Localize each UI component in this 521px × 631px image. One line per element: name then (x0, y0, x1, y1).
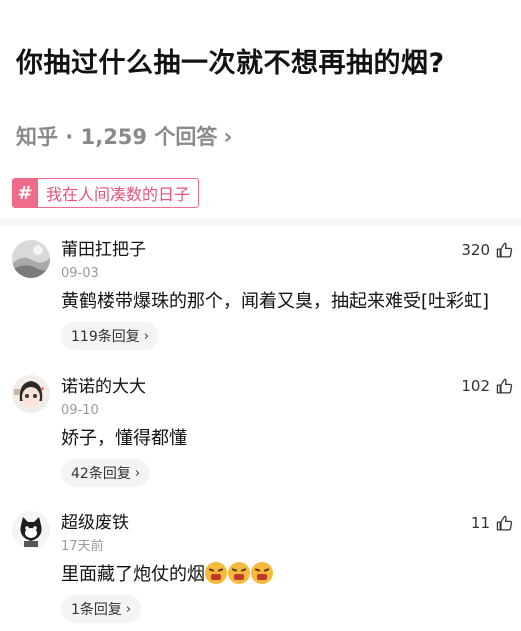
like-count: 102 (461, 377, 490, 395)
section-divider (0, 219, 521, 226)
thumbs-up-icon (496, 378, 513, 394)
chevron-right-icon: › (134, 465, 141, 481)
avatar[interactable] (12, 240, 50, 278)
topic-tag[interactable]: # 我在人间凑数的日子 (12, 178, 200, 208)
comment-time: 17天前 (61, 539, 104, 554)
avatar[interactable] (12, 375, 50, 413)
replies-button[interactable]: 119条回复 › (61, 322, 159, 350)
like-count: 11 (470, 514, 490, 532)
thumbs-up-icon (496, 515, 513, 531)
angry-face-emoji (251, 562, 273, 584)
replies-label: 1条回复 (71, 602, 122, 618)
angry-face-emoji (228, 562, 250, 584)
replies-button[interactable]: 1条回复 › (61, 595, 142, 623)
chevron-right-icon: › (125, 601, 132, 617)
angry-face-emoji (205, 562, 227, 584)
replies-label: 119条回复 (71, 329, 140, 345)
comment-text: 里面藏了炮仗的烟 (61, 562, 274, 588)
comment-text-body: 里面藏了炮仗的烟 (61, 564, 205, 585)
chevron-right-icon: › (223, 125, 233, 150)
comment-text: 娇子，懂得都懂 (61, 428, 187, 449)
thumbs-up-icon (496, 242, 513, 258)
chevron-right-icon: › (143, 328, 149, 344)
question-title: 你抽过什么抽一次就不想再抽的烟? (16, 48, 445, 79)
source-link[interactable]: 知乎 · 1,259 个回答 › (16, 122, 232, 153)
comment-author[interactable]: 超级废铁 (61, 512, 129, 534)
comment-time: 09-10 (61, 403, 99, 418)
avatar[interactable] (12, 511, 50, 549)
source-text: 知乎 · 1,259 个回答 (16, 125, 218, 149)
like-button[interactable]: 11 (471, 514, 513, 532)
comment-time: 09-03 (61, 266, 99, 281)
hash-icon: # (12, 179, 38, 207)
replies-button[interactable]: 42条回复 › (61, 459, 151, 487)
comment-author[interactable]: 诺诺的大大 (61, 376, 146, 398)
comment-author[interactable]: 莆田扛把子 (61, 239, 146, 261)
like-button[interactable]: 320 (461, 241, 513, 259)
replies-label: 42条回复 (71, 466, 131, 482)
topic-label: 我在人间凑数的日子 (46, 185, 191, 204)
like-count: 320 (461, 241, 490, 259)
comment-text: 黄鹤楼带爆珠的那个，闻着又臭，抽起来难受[吐彩虹] (61, 291, 490, 312)
like-button[interactable]: 102 (461, 377, 513, 395)
